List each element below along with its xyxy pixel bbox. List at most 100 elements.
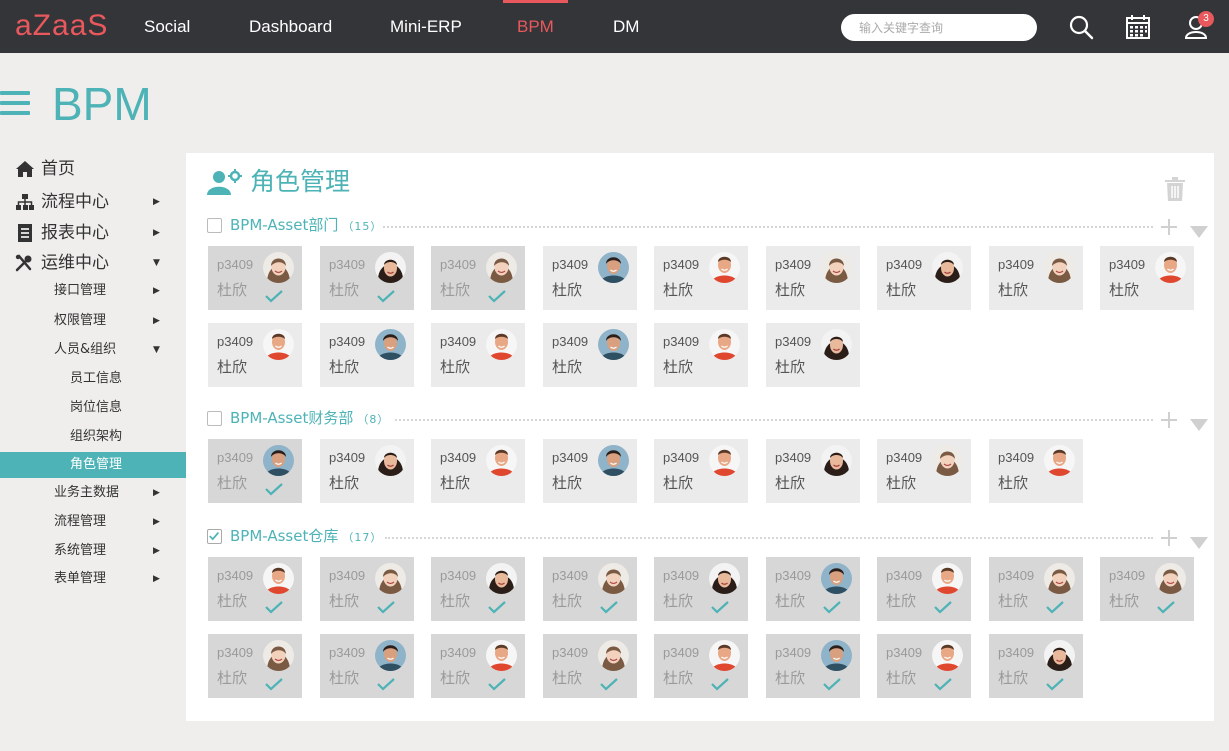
search-icon[interactable] (1068, 14, 1094, 40)
caret-down-icon[interactable]: ▼ (153, 250, 160, 276)
nav-mini-erp[interactable]: Mini-ERP (390, 0, 462, 53)
sidebar-item[interactable]: 接口管理 ▶ (0, 278, 187, 304)
member-card[interactable]: p3409 杜欣 (766, 323, 860, 387)
member-card[interactable]: p3409 杜欣 (877, 246, 971, 310)
member-card[interactable]: p3409 杜欣 (320, 246, 414, 310)
member-card[interactable]: p3409 杜欣 (431, 439, 525, 503)
member-card[interactable]: p3409 杜欣 (989, 439, 1083, 503)
member-card[interactable]: p3409 杜欣 (877, 439, 971, 503)
member-card[interactable]: p3409 杜欣 (543, 557, 637, 621)
caret-right-icon[interactable]: ▶ (153, 566, 160, 592)
member-card[interactable]: p3409 杜欣 (654, 634, 748, 698)
add-member-icon[interactable] (1160, 411, 1178, 429)
sidebar-item-label: 员工信息 (70, 371, 123, 386)
member-card[interactable]: p3409 杜欣 (877, 634, 971, 698)
member-card[interactable]: p3409 杜欣 (208, 246, 302, 310)
member-card[interactable]: p3409 杜欣 (431, 634, 525, 698)
nav-bpm[interactable]: BPM (503, 0, 568, 53)
member-card[interactable]: p3409 杜欣 (208, 439, 302, 503)
member-card[interactable]: p3409 杜欣 (543, 634, 637, 698)
sidebar-item[interactable]: 流程中心 ▶ (0, 189, 187, 215)
member-id: p3409 (329, 645, 366, 660)
tools-icon (15, 254, 35, 272)
caret-right-icon[interactable]: ▶ (153, 308, 160, 334)
sidebar-item[interactable]: 组织架构 (0, 424, 187, 450)
member-card[interactable]: p3409 杜欣 (320, 323, 414, 387)
member-id: p3409 (440, 334, 477, 349)
member-card[interactable]: p3409 杜欣 (208, 557, 302, 621)
member-card[interactable]: p3409 杜欣 (989, 246, 1083, 310)
member-id: p3409 (775, 450, 812, 465)
member-card[interactable]: p3409 杜欣 (543, 439, 637, 503)
caret-right-icon[interactable]: ▶ (153, 220, 160, 246)
member-card[interactable]: p3409 杜欣 (654, 323, 748, 387)
member-card[interactable]: p3409 杜欣 (654, 557, 748, 621)
add-member-icon[interactable] (1160, 218, 1178, 236)
group-checkbox[interactable] (207, 529, 222, 544)
sidebar-item[interactable]: 首页 (0, 156, 187, 182)
member-card[interactable]: p3409 杜欣 (989, 634, 1083, 698)
member-card[interactable]: p3409 杜欣 (320, 439, 414, 503)
sidebar-item[interactable]: 运维中心 ▼ (0, 250, 187, 276)
sidebar-item[interactable]: 流程管理 ▶ (0, 509, 187, 535)
member-id: p3409 (663, 334, 700, 349)
caret-right-icon[interactable]: ▶ (153, 278, 160, 304)
avatar (263, 445, 294, 476)
group-title[interactable]: BPM-Asset部门 （15） (230, 215, 382, 237)
sidebar-item[interactable]: 员工信息 (0, 366, 187, 392)
member-card[interactable]: p3409 杜欣 (320, 557, 414, 621)
caret-right-icon[interactable]: ▶ (153, 189, 160, 215)
member-card[interactable]: p3409 杜欣 (1100, 246, 1194, 310)
sidebar-item[interactable]: 表单管理 ▶ (0, 566, 187, 592)
member-card[interactable]: p3409 杜欣 (766, 634, 860, 698)
selected-check-icon (710, 599, 730, 614)
group-title[interactable]: BPM-Asset财务部 （8） (230, 408, 389, 430)
nav-dashboard[interactable]: Dashboard (249, 0, 332, 53)
add-member-icon[interactable] (1160, 529, 1178, 547)
sidebar-item[interactable]: 报表中心 ▶ (0, 220, 187, 246)
search-input[interactable] (841, 14, 1037, 41)
sidebar-item[interactable]: 岗位信息 (0, 395, 187, 421)
member-card[interactable]: p3409 杜欣 (208, 323, 302, 387)
member-card[interactable]: p3409 杜欣 (431, 323, 525, 387)
sidebar-item[interactable]: 业务主数据 ▶ (0, 480, 187, 506)
caret-right-icon[interactable]: ▶ (153, 538, 160, 564)
group-title[interactable]: BPM-Asset仓库 （17） (230, 526, 382, 548)
app-logo[interactable]: aZaaS (15, 11, 108, 41)
member-card[interactable]: p3409 杜欣 (1100, 557, 1194, 621)
member-id: p3409 (1109, 568, 1146, 583)
member-card[interactable]: p3409 杜欣 (208, 634, 302, 698)
group-checkbox[interactable] (207, 411, 222, 426)
calendar-icon[interactable] (1125, 14, 1151, 40)
caret-right-icon[interactable]: ▶ (153, 480, 160, 506)
sidebar-item[interactable]: 人员&组织 ▼ (0, 337, 187, 363)
member-card[interactable]: p3409 杜欣 (766, 246, 860, 310)
group-checkbox[interactable] (207, 218, 222, 233)
member-card[interactable]: p3409 杜欣 (543, 246, 637, 310)
trash-icon[interactable] (1163, 177, 1187, 201)
collapse-caret-icon[interactable] (1190, 223, 1208, 238)
nav-social[interactable]: Social (144, 0, 190, 53)
collapse-caret-icon[interactable] (1190, 534, 1208, 549)
caret-right-icon[interactable]: ▶ (153, 509, 160, 535)
member-card[interactable]: p3409 杜欣 (431, 557, 525, 621)
member-card[interactable]: p3409 杜欣 (989, 557, 1083, 621)
sidebar-item[interactable]: 系统管理 ▶ (0, 538, 187, 564)
member-name: 杜欣 (998, 281, 1029, 299)
member-card[interactable]: p3409 杜欣 (877, 557, 971, 621)
member-card[interactable]: p3409 杜欣 (654, 246, 748, 310)
selected-check-icon (376, 676, 396, 691)
sidebar-item[interactable]: 角色管理 (0, 452, 187, 478)
member-card[interactable]: p3409 杜欣 (320, 634, 414, 698)
nav-dm[interactable]: DM (613, 0, 639, 53)
member-card[interactable]: p3409 杜欣 (766, 557, 860, 621)
member-card[interactable]: p3409 杜欣 (654, 439, 748, 503)
caret-down-icon[interactable]: ▼ (153, 337, 160, 363)
collapse-caret-icon[interactable] (1190, 416, 1208, 431)
member-card[interactable]: p3409 杜欣 (766, 439, 860, 503)
selected-check-icon (1045, 599, 1065, 614)
member-card[interactable]: p3409 杜欣 (543, 323, 637, 387)
member-card[interactable]: p3409 杜欣 (431, 246, 525, 310)
sidebar-item[interactable]: 权限管理 ▶ (0, 308, 187, 334)
menu-toggle-icon[interactable] (0, 91, 30, 116)
